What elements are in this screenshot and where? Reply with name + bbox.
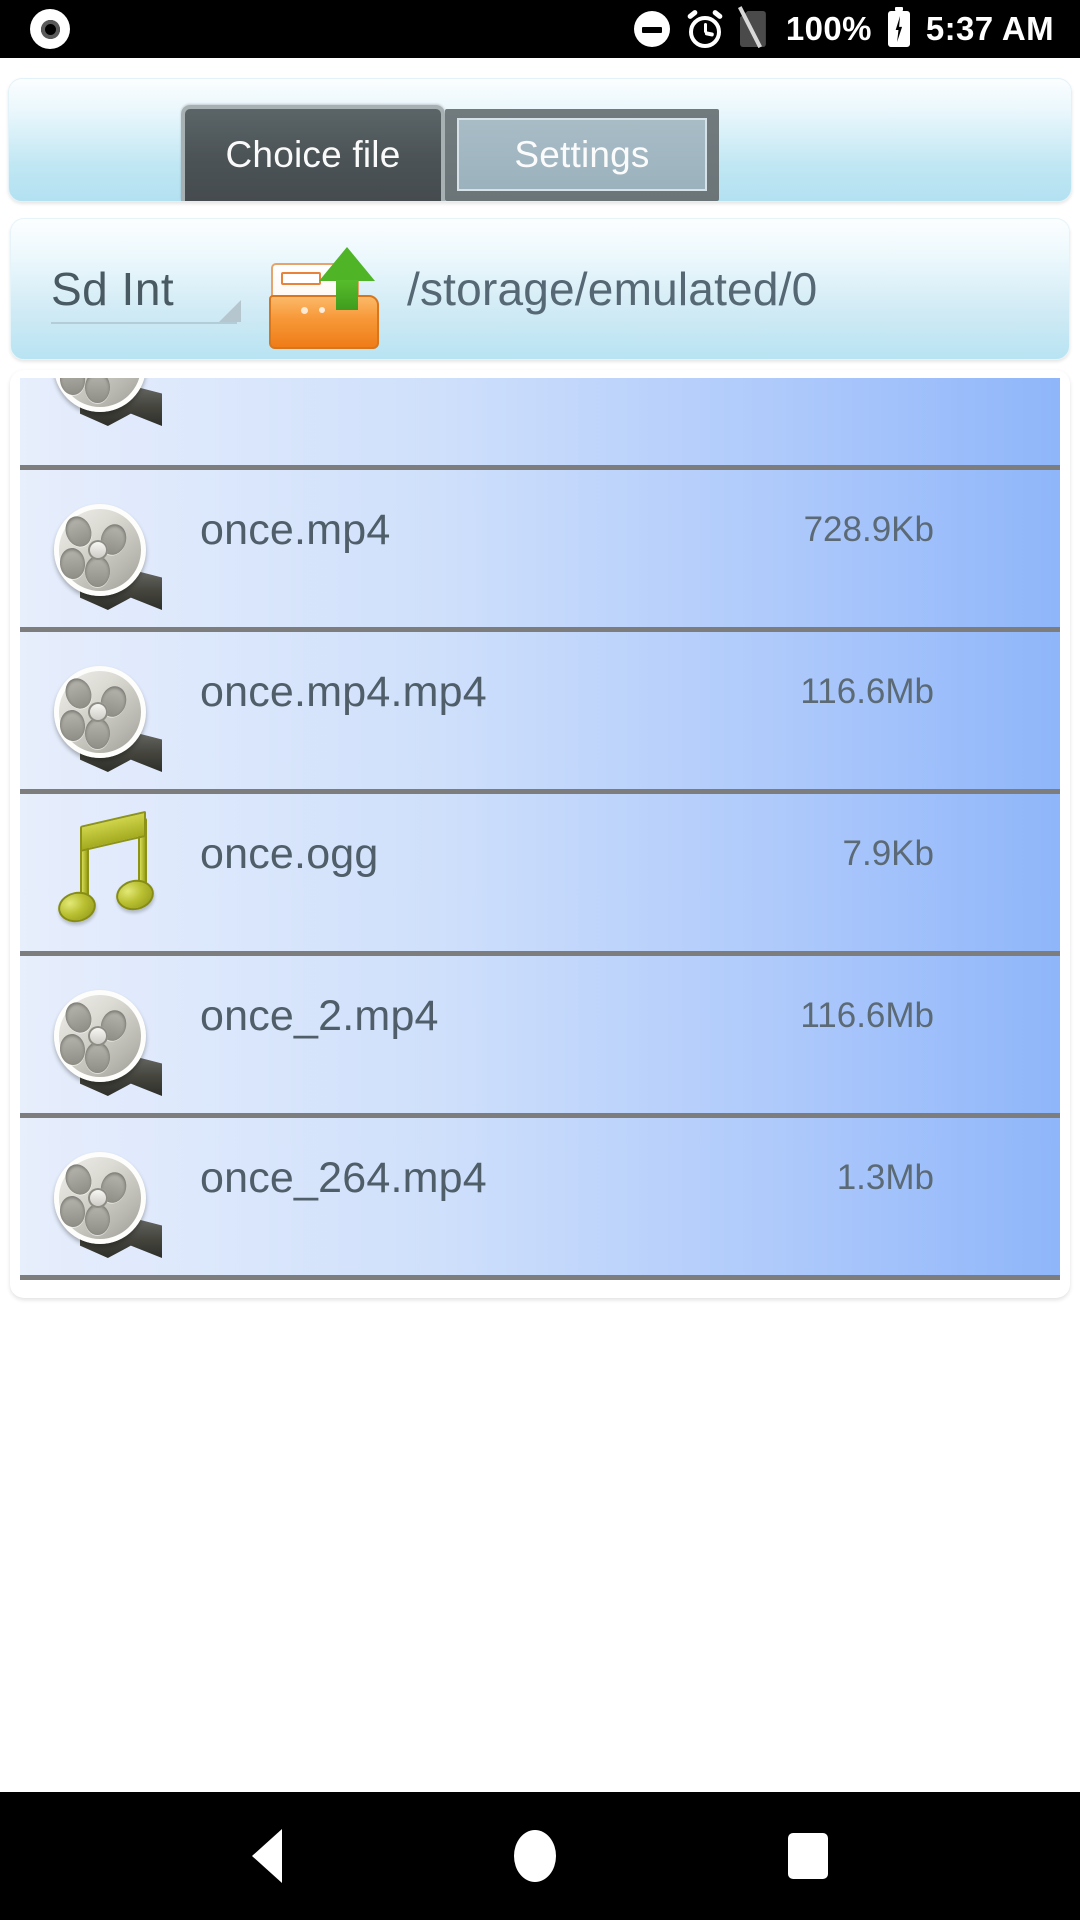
tab-choice-file-label: Choice file: [225, 134, 401, 175]
folder-up-icon[interactable]: [267, 239, 397, 349]
file-list[interactable]: once.mp4 728.9Kb once.mp4.mp4 116.6Mb on…: [20, 378, 1060, 1290]
film-reel-icon: [52, 666, 172, 774]
current-path-label: /storage/emulated/0: [407, 263, 818, 315]
spinner-underline: [51, 322, 237, 324]
film-reel-icon: [52, 1152, 172, 1260]
tab-settings-label: Settings: [514, 133, 650, 175]
file-name-label: once_264.mp4: [200, 1154, 487, 1202]
file-icon-wrap: [20, 470, 200, 627]
file-icon-wrap: [20, 794, 200, 951]
file-icon-wrap: [20, 956, 200, 1113]
file-size-label: 116.6Mb: [800, 672, 934, 711]
storage-spinner[interactable]: Sd Int: [51, 246, 241, 332]
file-icon-wrap: [20, 378, 200, 465]
music-note-icon: [55, 810, 172, 938]
navigation-bar: [0, 1792, 1080, 1920]
tab-bar: Choice file Settings: [8, 78, 1072, 202]
film-reel-icon: [52, 378, 172, 428]
table-row[interactable]: once.mp4.mp4 116.6Mb: [20, 632, 1060, 794]
table-row[interactable]: once.mp4 728.9Kb: [20, 470, 1060, 632]
film-reel-icon: [52, 504, 172, 612]
recents-square-icon[interactable]: [788, 1833, 828, 1879]
tab-choice-file[interactable]: Choice file: [181, 105, 445, 201]
battery-percent-label: 100%: [785, 10, 872, 47]
status-bar-right: 100% 5:37 AM: [633, 6, 1080, 49]
file-name-label: once.ogg: [200, 830, 379, 878]
table-row[interactable]: once_264.mp4 1.3Mb: [20, 1118, 1060, 1280]
spinner-caret-icon: [219, 300, 241, 322]
tab-settings[interactable]: Settings: [445, 109, 719, 201]
battery-charging-icon: [887, 7, 910, 47]
alarm-icon: [686, 9, 724, 48]
no-sim-card-icon: [737, 6, 770, 49]
storage-spinner-label: Sd Int: [51, 263, 175, 315]
film-reel-icon: [52, 990, 172, 1098]
do-not-disturb-icon: [633, 11, 670, 47]
file-name-label: once_2.mp4: [200, 992, 439, 1040]
file-list-card: once.mp4 728.9Kb once.mp4.mp4 116.6Mb on…: [10, 370, 1070, 1298]
file-name-label: once.mp4.mp4: [200, 668, 487, 716]
back-triangle-icon[interactable]: [252, 1829, 282, 1883]
file-size-label: 728.9Kb: [803, 510, 934, 549]
status-bar: 100% 5:37 AM: [0, 0, 1080, 58]
file-icon-wrap: [20, 632, 200, 789]
path-bar: Sd Int /storage/emulated/0: [10, 218, 1070, 360]
file-icon-wrap: [20, 1118, 200, 1275]
file-size-label: 7.9Kb: [842, 834, 934, 873]
table-row[interactable]: once_2.mp4 116.6Mb: [20, 956, 1060, 1118]
table-row[interactable]: [20, 378, 1060, 470]
home-circle-icon[interactable]: [514, 1830, 556, 1882]
record-icon: [30, 9, 70, 49]
status-bar-left: [0, 9, 70, 49]
table-row[interactable]: once.ogg 7.9Kb: [20, 794, 1060, 956]
clock-label: 5:37 AM: [925, 10, 1054, 47]
file-size-label: 1.3Mb: [836, 1158, 934, 1197]
file-size-label: 116.6Mb: [800, 996, 934, 1035]
file-name-label: once.mp4: [200, 506, 391, 554]
phone-screen: 100% 5:37 AM Choice file Settings Sd Int: [0, 0, 1080, 1920]
